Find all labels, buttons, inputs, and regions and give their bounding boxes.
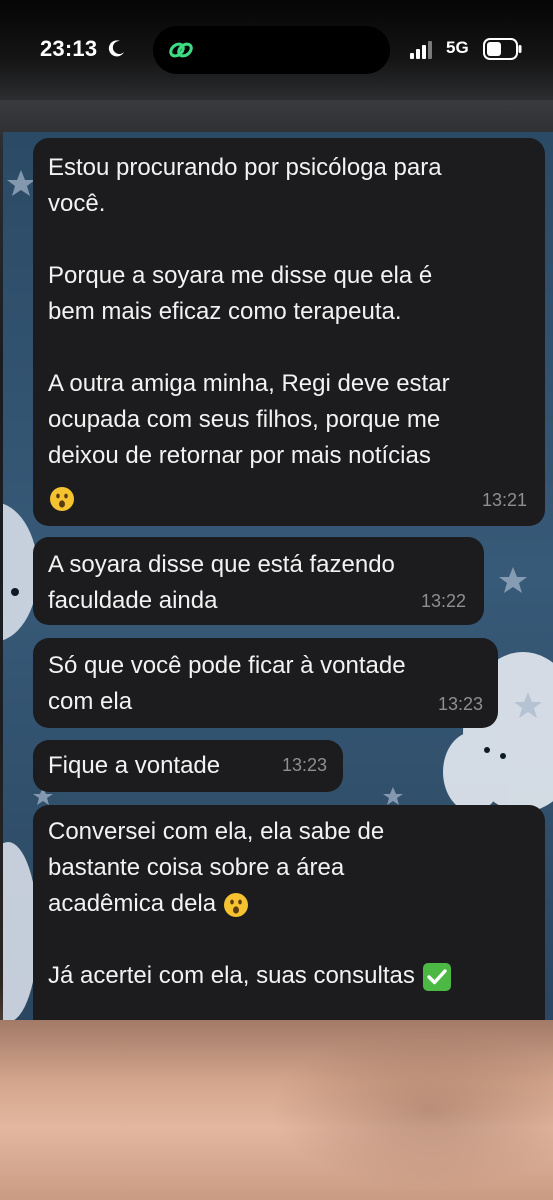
message-3-text: Só que você pode ficar à vontade com ela <box>48 652 406 715</box>
message-3-timestamp: 13:23 <box>437 694 483 714</box>
message-5-text-after: Já acertei com ela, suas consultas <box>48 962 422 989</box>
message-bubble-3[interactable]: Só que você pode ficar à vontade com ela… <box>33 638 498 728</box>
message-1-timestamp: 13:21 <box>481 490 527 510</box>
signal-icon <box>410 41 432 59</box>
dynamic-island[interactable] <box>153 26 390 74</box>
network-label: 5G <box>446 38 469 57</box>
phone-screen: 23:13 5G Estou procurando por psicóloga … <box>0 0 553 1200</box>
message-5-text: Conversei com ela, ela sabe de bastante … <box>48 814 531 922</box>
message-bubble-5[interactable]: Conversei com ela, ela sabe de bastante … <box>33 805 545 1020</box>
message-bubble-2[interactable]: A soyara disse que está fazendo faculdad… <box>33 537 484 625</box>
message-5-text-before: Conversei com ela, ela sabe de bastante … <box>48 818 385 917</box>
message-bubble-1[interactable]: Estou procurando por psicóloga para você… <box>33 138 545 526</box>
message-1-paragraph-2: Porque a soyara me disse que ela é bem m… <box>48 262 433 325</box>
message-4-timestamp: 13:23 <box>281 755 327 775</box>
message-1-paragraph-1: Estou procurando por psicóloga para você… <box>48 154 442 217</box>
astonished-face-icon <box>223 892 248 917</box>
astonished-face-icon <box>50 487 74 511</box>
message-bubble-4[interactable]: Fique a vontade 13:23 <box>33 740 343 792</box>
status-bar: 23:13 5G <box>0 0 553 100</box>
link-icon <box>169 42 193 58</box>
clock: 23:13 <box>40 36 98 61</box>
battery-icon <box>483 38 522 60</box>
moon-icon <box>108 40 124 57</box>
message-5-text-after-line: Já acertei com ela, suas consultas <box>48 958 531 994</box>
message-2-timestamp: 13:22 <box>420 591 466 611</box>
message-2-text: A soyara disse que está fazendo faculdad… <box>48 551 395 614</box>
check-mark-button-icon <box>422 962 451 991</box>
message-1-paragraph-3: A outra amiga minha, Regi deve estar ocu… <box>48 370 450 469</box>
